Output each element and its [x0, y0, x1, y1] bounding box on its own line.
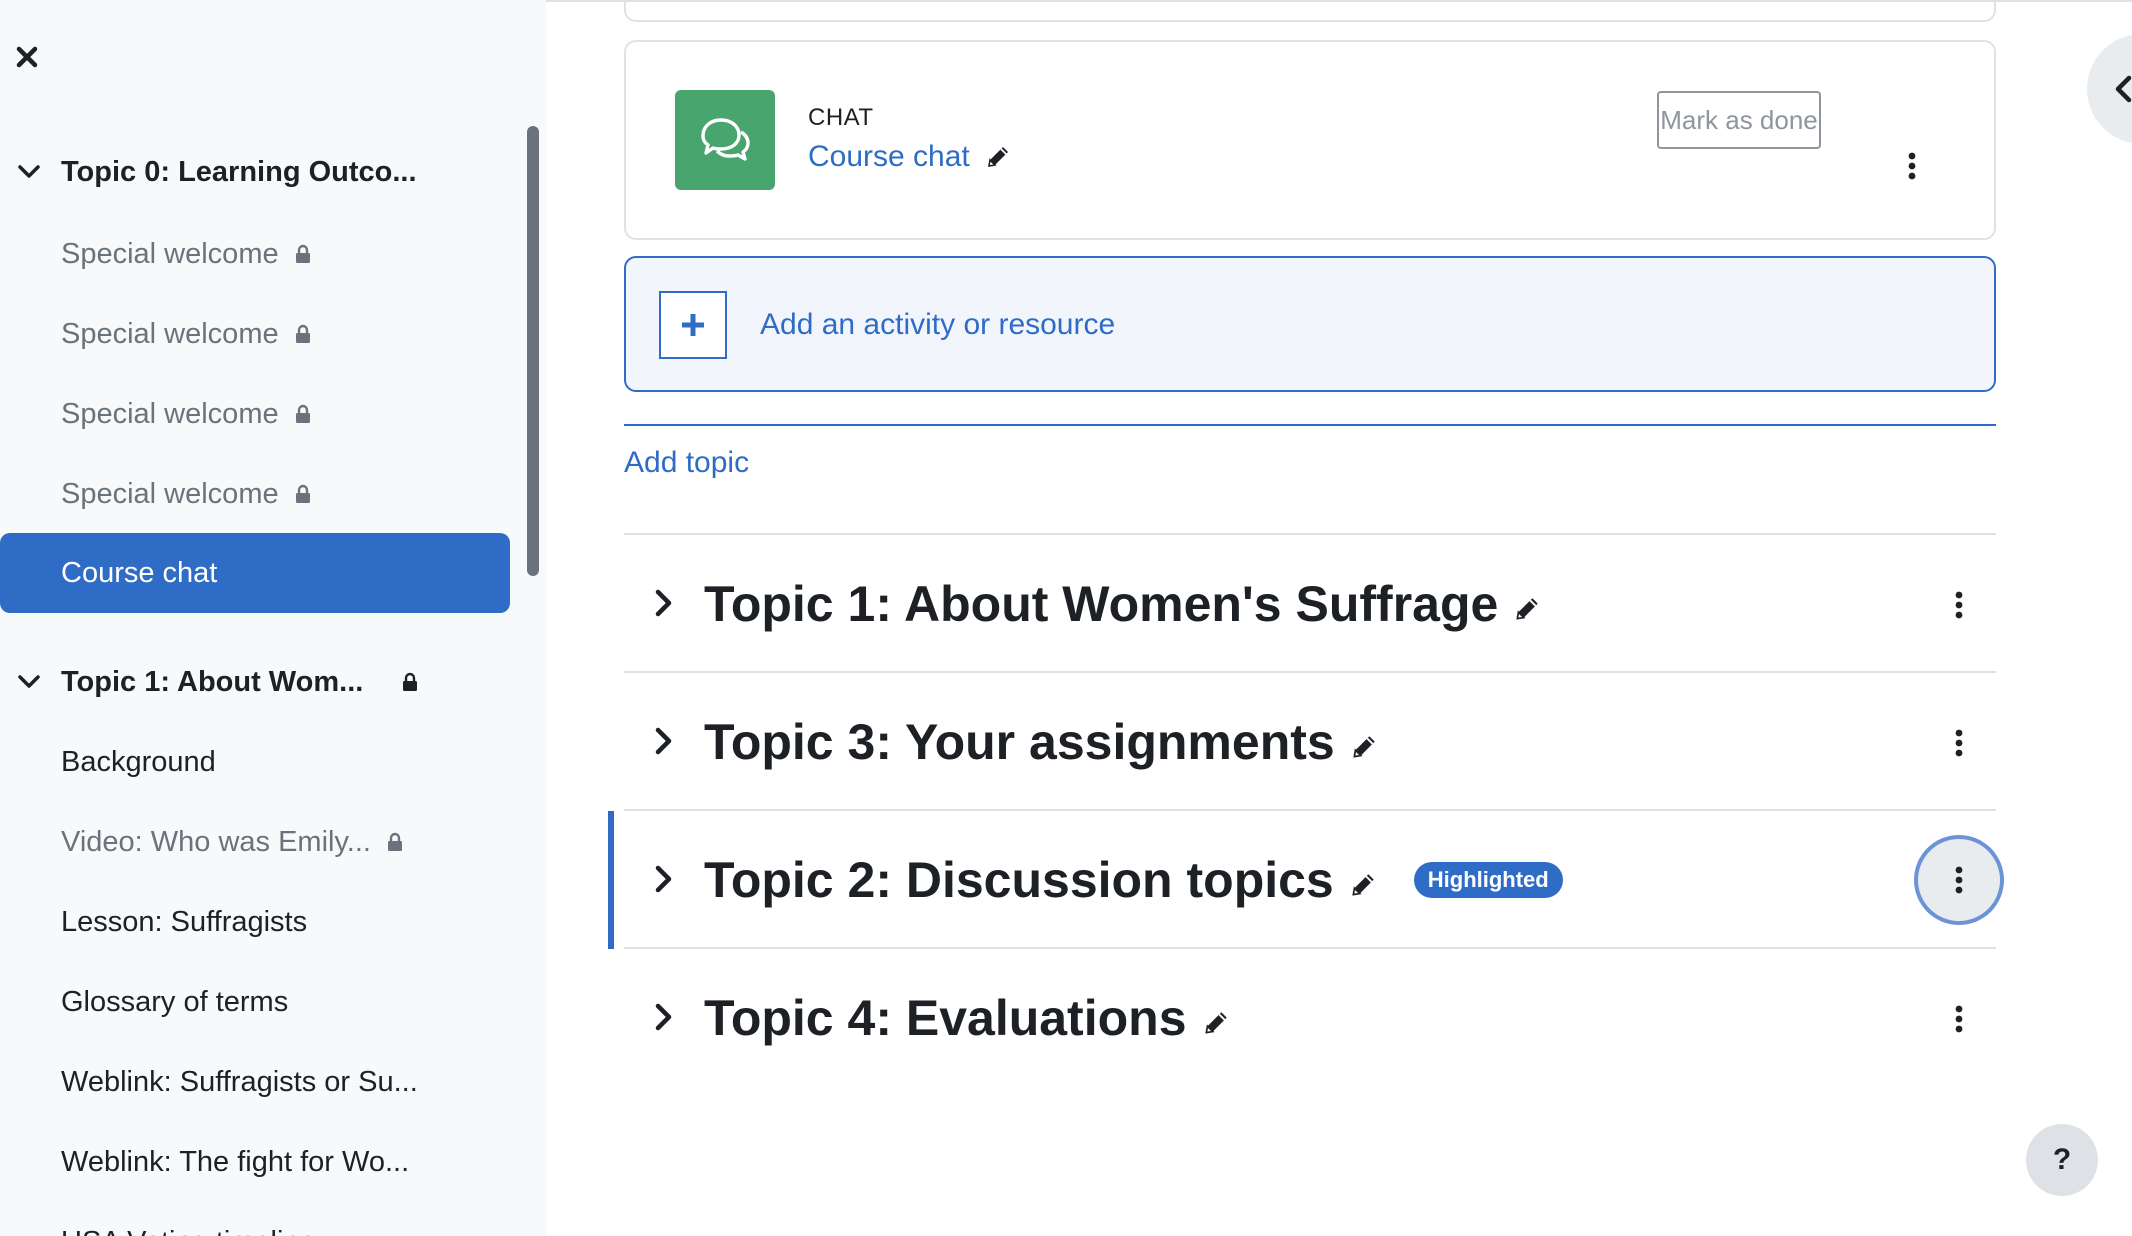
section-actions-menu[interactable]	[1939, 585, 1979, 625]
section-divider	[624, 424, 1996, 426]
lock-icon	[295, 404, 311, 424]
index-item-label: Course chat	[61, 556, 218, 589]
chevron-down-icon	[18, 165, 40, 178]
lock-icon	[387, 832, 403, 852]
index-item-special-welcome[interactable]: Special welcome	[0, 374, 510, 454]
previous-activity-card-edge	[624, 0, 1996, 22]
index-item-video[interactable]: Video: Who was Emily...	[0, 802, 510, 882]
edit-pencil-icon[interactable]	[1349, 732, 1379, 762]
chevron-right-icon[interactable]	[644, 859, 684, 899]
lock-icon	[295, 324, 311, 344]
course-section-topic-3: Topic 3: Your assignments	[624, 671, 1996, 809]
course-section-topic-2: Topic 2: Discussion topics Highlighted	[608, 809, 2000, 949]
chevron-down-icon	[18, 675, 40, 688]
course-index-drawer: Topic 0: Learning Outco... Special welco…	[0, 0, 546, 1236]
kebab-menu-icon	[1908, 152, 1916, 180]
chat-activity-icon[interactable]	[675, 90, 775, 190]
activity-card-chat: CHAT Course chat Mark as done	[624, 40, 1996, 240]
drawer-scrollbar[interactable]	[527, 126, 539, 576]
index-item-label: Glossary of terms	[61, 985, 289, 1018]
close-icon	[16, 46, 38, 68]
index-item-label: Special welcome	[61, 477, 279, 510]
activity-actions-menu[interactable]	[1892, 146, 1932, 186]
add-activity-label: Add an activity or resource	[760, 308, 1116, 341]
close-drawer-button[interactable]	[12, 42, 42, 72]
section-title-text: Topic 4: Evaluations	[704, 990, 1187, 1046]
index-item-label: Lesson: Suffragists	[61, 905, 308, 938]
help-button[interactable]: ?	[2026, 1124, 2098, 1196]
index-item-special-welcome[interactable]: Special welcome	[0, 294, 510, 374]
highlighted-badge: Highlighted	[1413, 862, 1563, 898]
edit-pencil-icon[interactable]	[1201, 1008, 1231, 1038]
kebab-menu-icon	[1955, 866, 1963, 894]
edit-pencil-icon[interactable]	[1512, 594, 1542, 624]
section-title-text: Topic 2: Discussion topics	[704, 852, 1334, 908]
kebab-menu-icon	[1955, 729, 1963, 757]
index-item-weblink-suffragists[interactable]: Weblink: Suffragists or Su...	[0, 1042, 510, 1122]
add-topic-link[interactable]: Add topic	[624, 446, 749, 480]
section-actions-menu[interactable]	[1918, 839, 2000, 921]
section-title[interactable]: Topic 2: Discussion topics Highlighted	[704, 851, 1563, 909]
index-item-label: Background	[61, 745, 216, 778]
index-item-voting-timeline[interactable]: USA Voting timeline	[0, 1204, 510, 1236]
index-item-label: Weblink: Suffragists or Su...	[61, 1065, 418, 1098]
section-title-text: Topic 1: About Women's Suffrage	[704, 576, 1499, 632]
add-activity-or-resource-button[interactable]: Add an activity or resource	[624, 256, 1996, 392]
section-actions-menu[interactable]	[1939, 723, 1979, 763]
chat-bubbles-icon	[701, 118, 750, 161]
kebab-menu-icon	[1955, 591, 1963, 619]
index-item-label: USA Voting timeline	[61, 1226, 316, 1236]
section-actions-menu[interactable]	[1939, 999, 1979, 1039]
course-section-topic-4: Topic 4: Evaluations	[624, 947, 1996, 1085]
chevron-right-icon[interactable]	[644, 997, 684, 1037]
edit-pencil-icon[interactable]	[984, 143, 1012, 171]
index-section-title: Topic 0: Learning Outco...	[61, 155, 417, 188]
index-item-background[interactable]: Background	[0, 722, 510, 802]
edit-pencil-icon[interactable]	[1348, 870, 1378, 900]
chevron-right-icon[interactable]	[644, 583, 684, 623]
index-item-label: Special welcome	[61, 237, 279, 270]
section-title[interactable]: Topic 1: About Women's Suffrage	[704, 575, 1542, 633]
index-item-weblink-fight[interactable]: Weblink: The fight for Wo...	[0, 1122, 510, 1202]
lock-icon	[295, 244, 311, 264]
section-title[interactable]: Topic 4: Evaluations	[704, 989, 1231, 1047]
index-item-glossary[interactable]: Glossary of terms	[0, 962, 510, 1042]
plus-icon	[659, 291, 727, 359]
lock-icon	[295, 484, 311, 504]
index-item-lesson[interactable]: Lesson: Suffragists	[0, 882, 510, 962]
chevron-left-icon	[2115, 75, 2132, 103]
mark-as-done-button[interactable]: Mark as done	[1657, 91, 1821, 149]
open-block-drawer-button[interactable]	[2087, 34, 2132, 144]
section-title-text: Topic 3: Your assignments	[704, 714, 1335, 770]
index-item-special-welcome[interactable]: Special welcome	[0, 214, 510, 294]
activity-type-label: CHAT	[808, 104, 874, 131]
index-item-course-chat[interactable]: Course chat	[0, 533, 510, 613]
lock-icon	[402, 672, 418, 692]
section-title[interactable]: Topic 3: Your assignments	[704, 713, 1379, 771]
chevron-right-icon[interactable]	[644, 721, 684, 761]
activity-name-text: Course chat	[808, 140, 970, 173]
course-section-topic-1: Topic 1: About Women's Suffrage	[624, 533, 1996, 671]
index-item-label: Special welcome	[61, 317, 279, 350]
activity-link-course-chat[interactable]: Course chat	[808, 140, 1012, 174]
kebab-menu-icon	[1955, 1005, 1963, 1033]
index-item-label: Video: Who was Emily...	[61, 825, 371, 858]
index-item-label: Special welcome	[61, 397, 279, 430]
index-item-special-welcome[interactable]: Special welcome	[0, 454, 510, 534]
index-item-label: Weblink: The fight for Wo...	[61, 1145, 410, 1178]
index-section-title: Topic 1: About Wom...	[61, 665, 364, 698]
